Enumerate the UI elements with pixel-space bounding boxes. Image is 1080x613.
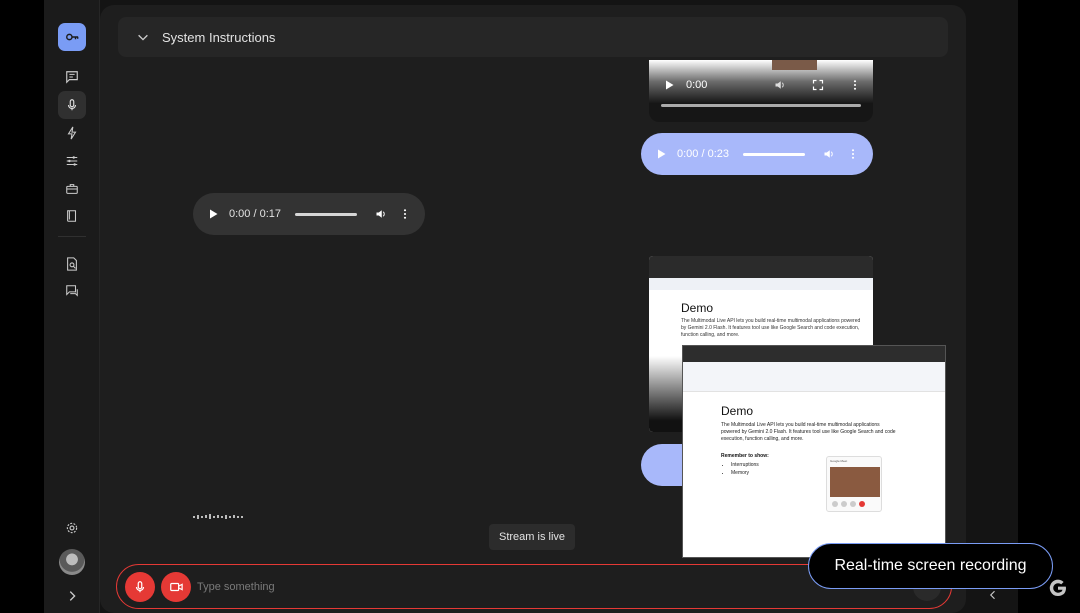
more-options-icon[interactable] (847, 148, 859, 160)
volume-icon[interactable] (823, 148, 835, 160)
audio-waveform (193, 514, 243, 519)
microphone-icon (67, 99, 77, 111)
more-options-icon[interactable] (399, 208, 411, 220)
doc-reminder: Remember to show: (721, 453, 769, 459)
play-icon[interactable] (663, 79, 675, 91)
chat-prompt-button[interactable] (58, 63, 86, 91)
user-avatar[interactable] (59, 549, 85, 575)
video-thumbnail (772, 60, 817, 70)
system-instructions-toggle[interactable]: System Instructions (118, 17, 948, 57)
caption-label: Real-time screen recording (808, 543, 1053, 589)
meet-video (830, 467, 880, 497)
stream-realtime-button[interactable] (58, 91, 86, 119)
forum-icon (66, 285, 78, 297)
settings-button[interactable] (58, 514, 86, 542)
search-docs-button[interactable] (58, 250, 86, 278)
video-progress-bar[interactable] (661, 104, 861, 107)
list-item: Memory (731, 469, 759, 477)
system-instructions-label: System Instructions (162, 29, 276, 45)
audio-player-response[interactable]: 0:00 / 0:23 (641, 133, 873, 175)
video-time: 0:00 (686, 79, 708, 91)
more-options-icon[interactable] (849, 79, 861, 91)
sidebar-rail (44, 0, 100, 613)
meet-mic-icon (832, 501, 838, 507)
starter-apps-button[interactable] (58, 119, 86, 147)
play-icon[interactable] (655, 148, 667, 160)
doc-bullets: Interruptions Memory (731, 461, 759, 477)
meet-hangup-icon (859, 501, 865, 507)
sliders-icon (66, 156, 78, 166)
gear-icon (66, 522, 78, 534)
expand-sidebar-button[interactable] (58, 582, 86, 610)
prompt-input[interactable] (197, 575, 797, 599)
doc-paragraph: The Multimodal Live API lets you build r… (681, 318, 861, 338)
rail-divider (58, 236, 86, 237)
meet-pip-window: Google Meet (826, 456, 882, 512)
fullscreen-icon[interactable] (812, 79, 824, 91)
tune-settings-button[interactable] (58, 147, 86, 175)
audio-progress-bar[interactable] (295, 212, 357, 216)
mic-toggle-button[interactable] (125, 572, 155, 602)
document-search-icon (67, 257, 77, 271)
briefcase-icon (66, 184, 78, 194)
doc-heading: Demo (721, 404, 754, 418)
api-key-button[interactable] (58, 23, 86, 51)
lightning-icon (67, 126, 77, 140)
key-icon (66, 33, 79, 41)
video-camera-icon (170, 582, 183, 592)
camera-toggle-button[interactable] (161, 572, 191, 602)
microphone-icon (135, 581, 145, 593)
doc-paragraph: The Multimodal Live API lets you build r… (721, 422, 896, 442)
meet-share-icon (850, 501, 856, 507)
list-item: Interruptions (731, 461, 759, 469)
volume-icon[interactable] (774, 79, 786, 91)
chevron-down-icon (138, 34, 148, 41)
google-logo-icon (1049, 579, 1066, 597)
audio-player-user[interactable]: 0:00 / 0:17 (193, 193, 425, 235)
book-icon (67, 210, 77, 222)
meet-controls (832, 501, 865, 507)
library-button[interactable] (58, 175, 86, 203)
volume-icon[interactable] (375, 208, 387, 220)
docs-toolbar (649, 278, 873, 290)
doc-heading: Demo (681, 301, 714, 315)
meet-title: Google Meet (830, 459, 848, 463)
docs-toolbar (683, 362, 945, 392)
screenshot-overlay: Demo The Multimodal Live API lets you bu… (682, 345, 946, 558)
audio-time: 0:00 / 0:23 (677, 148, 729, 160)
stream-status-toast: Stream is live (489, 524, 576, 550)
feedback-button[interactable] (58, 277, 86, 305)
browser-chrome (683, 346, 945, 362)
chat-edit-icon (66, 71, 78, 84)
documentation-button[interactable] (58, 202, 86, 230)
chevron-left-icon[interactable] (987, 589, 999, 601)
audio-time: 0:00 / 0:17 (229, 208, 281, 220)
chevron-right-icon (69, 591, 76, 601)
video-player[interactable]: 0:00 (649, 60, 873, 122)
audio-progress-bar[interactable] (743, 152, 805, 156)
browser-chrome (649, 256, 873, 278)
play-icon[interactable] (207, 208, 219, 220)
meet-camera-icon (841, 501, 847, 507)
